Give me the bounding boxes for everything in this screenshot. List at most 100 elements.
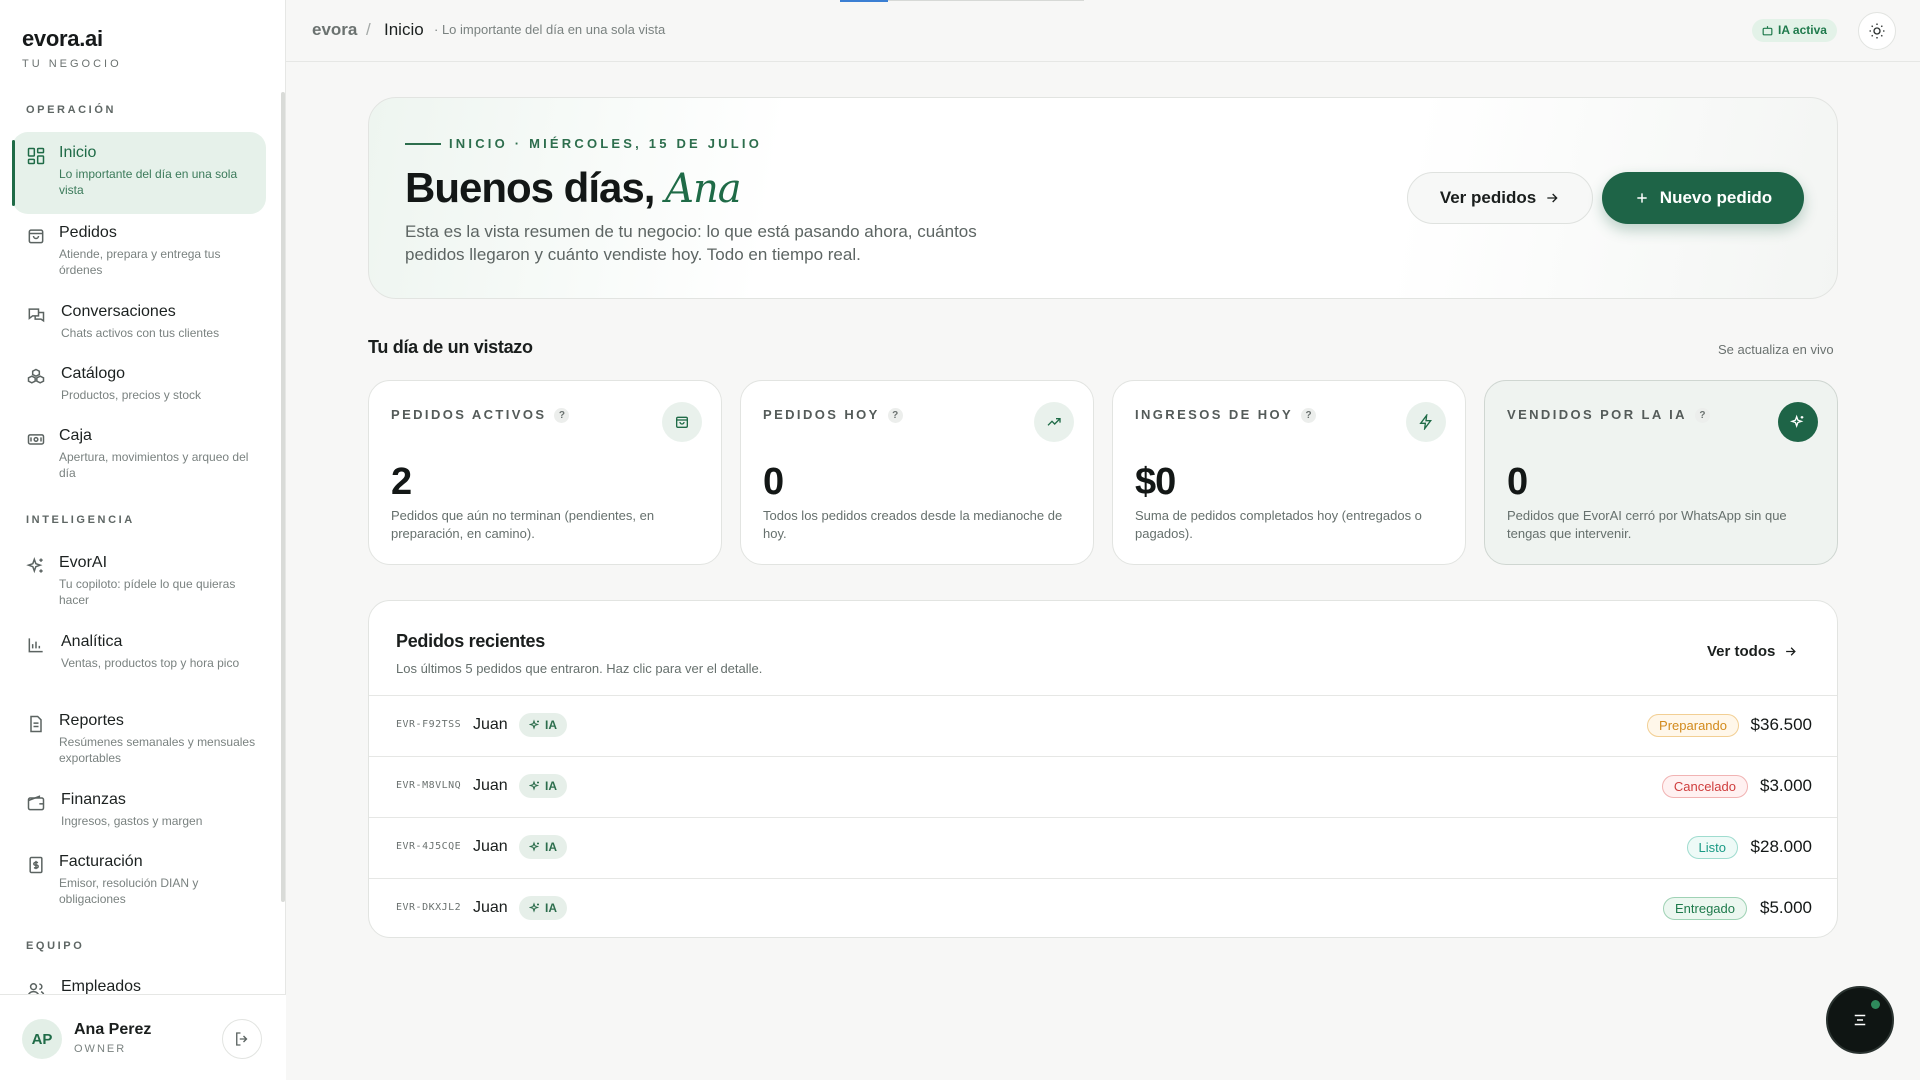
table-row[interactable]: EVR-M8VLNQ Juan IA Cancelado $3.000 xyxy=(369,756,1837,817)
order-code: EVR-M8VLNQ xyxy=(396,780,462,791)
stat-description: Todos los pedidos creados desde la media… xyxy=(763,508,1063,541)
breadcrumb-current-page: Inicio xyxy=(384,20,424,39)
stat-card-pedidos-hoy[interactable]: PEDIDOS HOY? 0 Todos los pedidos creados… xyxy=(740,380,1094,565)
stat-card-pedidos-activos[interactable]: PEDIDOS ACTIVOS? 2 Pedidos que aún no te… xyxy=(368,380,722,565)
live-update-note: Se actualiza en vivo xyxy=(1718,342,1834,357)
lightning-icon xyxy=(1406,402,1446,442)
assistant-fab-button[interactable] xyxy=(1826,986,1894,1054)
sidebar-item-desc: Tu copiloto: pídele lo que quieras hacer xyxy=(59,577,236,607)
stat-label: INGRESOS DE HOY? xyxy=(1135,407,1317,423)
sidebar-item-facturacion[interactable]: Facturación Emisor, resolución DIAN y ob… xyxy=(12,841,266,917)
order-amount: $28.000 xyxy=(1750,837,1812,856)
sidebar-item-finanzas[interactable]: Finanzas Ingresos, gastos y margen xyxy=(12,779,266,839)
customer-name: Juan xyxy=(473,716,508,733)
sidebar-item-title: Conversaciones xyxy=(61,303,176,320)
chat-icon xyxy=(28,308,45,323)
theme-toggle-button[interactable] xyxy=(1858,12,1896,50)
sidebar-nav: OPERACIÓN Inicio Lo importante del día e… xyxy=(0,92,286,994)
ia-status-badge: IA activa xyxy=(1752,19,1837,42)
new-order-label: Nuevo pedido xyxy=(1659,188,1773,207)
plus-icon xyxy=(1637,193,1647,203)
sparkles-icon xyxy=(529,841,540,852)
order-amount: $5.000 xyxy=(1760,898,1812,917)
trending-up-icon xyxy=(1034,402,1074,442)
hero-description: Esta es la vista resumen de tu negocio: … xyxy=(405,222,977,264)
shopping-bag-icon xyxy=(28,229,44,244)
ia-badge: IA xyxy=(519,896,567,920)
sidebar-item-desc: Resúmenes semanales y mensuales exportab… xyxy=(59,735,256,765)
table-row[interactable]: EVR-F92TSS Juan IA Preparando $36.500 xyxy=(369,695,1837,756)
hero-date-kicker: INICIO · MIÉRCOLES, 15 DE JULIO xyxy=(405,136,762,151)
table-row[interactable]: EVR-4J5CQE Juan IA Listo $28.000 xyxy=(369,817,1837,878)
view-orders-label: Ver pedidos xyxy=(1439,188,1537,207)
sidebar-item-caja[interactable]: Caja Apertura, movimientos y arqueo del … xyxy=(12,415,266,491)
customer-name: Juan xyxy=(473,838,508,855)
ia-status-label: IA activa xyxy=(1778,23,1827,37)
stat-value: 2 xyxy=(391,461,412,503)
top-bar: evora / Inicio · Lo importante del día e… xyxy=(286,0,1920,62)
sidebar-item-inicio[interactable]: Inicio Lo importante del día en una sola… xyxy=(12,132,266,214)
sidebar-scrollbar[interactable] xyxy=(281,92,285,902)
wallet-icon xyxy=(27,795,45,811)
table-row[interactable]: EVR-DKXJL2 Juan IA Entregado $5.000 xyxy=(369,878,1837,937)
arrow-right-icon xyxy=(1786,647,1797,656)
sidebar-item-reportes[interactable]: Reportes Resúmenes semanales y mensuales… xyxy=(12,700,266,776)
sparkles-icon xyxy=(26,557,43,574)
brand-logo[interactable]: evora.ai xyxy=(22,26,103,52)
dashboard-icon xyxy=(27,147,45,165)
section-label-equipo: EQUIPO xyxy=(26,940,85,952)
see-all-label: Ver todos xyxy=(1707,643,1776,660)
welcome-hero: INICIO · MIÉRCOLES, 15 DE JULIO Buenos d… xyxy=(368,97,1838,299)
customer-name: Juan xyxy=(473,777,508,794)
help-icon[interactable]: ? xyxy=(887,408,903,423)
help-icon[interactable]: ? xyxy=(1694,408,1710,423)
recent-orders-panel: Pedidos recientes Los últimos 5 pedidos … xyxy=(368,600,1838,938)
new-order-button[interactable]: Nuevo pedido xyxy=(1602,172,1804,224)
stat-label: PEDIDOS HOY? xyxy=(763,407,903,423)
breadcrumb-brand[interactable]: evora xyxy=(312,20,357,40)
ia-badge: IA xyxy=(519,713,567,737)
help-icon[interactable]: ? xyxy=(554,408,570,423)
section-label-inteligencia: INTELIGENCIA xyxy=(26,514,135,526)
sidebar-item-title: Analítica xyxy=(61,633,123,650)
sidebar-item-title: Inicio xyxy=(59,144,97,161)
stat-description: Suma de pedidos completados hoy (entrega… xyxy=(1135,508,1422,541)
status-badge: Cancelado xyxy=(1661,775,1748,798)
sidebar-item-evorai[interactable]: EvorAI Tu copiloto: pídele lo que quiera… xyxy=(12,542,266,618)
overview-title: Tu día de un vistazo xyxy=(368,337,533,357)
document-icon xyxy=(30,715,42,733)
order-code: EVR-DKXJL2 xyxy=(396,902,462,913)
sidebar-item-title: Facturación xyxy=(59,853,143,870)
stat-card-vendidos-ia[interactable]: VENDIDOS POR LA IA? 0 Pedidos que EvorAI… xyxy=(1484,380,1838,565)
sidebar-item-desc: Ventas, productos top y hora pico xyxy=(61,656,240,670)
logout-button[interactable] xyxy=(222,1019,262,1059)
sparkles-icon xyxy=(1778,402,1818,442)
sidebar-item-desc: Ingresos, gastos y margen xyxy=(61,814,203,828)
avatar[interactable]: AP xyxy=(22,1019,62,1059)
users-icon xyxy=(28,983,45,994)
customer-name: Juan xyxy=(473,899,508,916)
brand-subtitle: TU NEGOCIO xyxy=(22,58,122,70)
sidebar-item-pedidos[interactable]: Pedidos Atiende, prepara y entrega tus ó… xyxy=(12,212,266,288)
stat-label: PEDIDOS ACTIVOS? xyxy=(391,407,570,423)
sidebar-item-empleados[interactable]: Empleados xyxy=(12,966,266,994)
sidebar-item-title: Finanzas xyxy=(61,791,126,808)
invoice-icon xyxy=(29,856,43,874)
sidebar-item-analitica[interactable]: Analítica Ventas, productos top y hora p… xyxy=(12,621,266,697)
bot-icon xyxy=(1762,26,1773,36)
sidebar-item-conversaciones[interactable]: Conversaciones Chats activos con tus cli… xyxy=(12,291,266,351)
status-badge: Listo xyxy=(1686,836,1738,859)
logout-icon xyxy=(236,1032,248,1046)
arrow-right-icon xyxy=(1547,193,1558,203)
ia-badge: IA xyxy=(519,835,567,859)
see-all-orders-link[interactable]: Ver todos xyxy=(1707,643,1798,660)
sidebar-item-catalogo[interactable]: Catálogo Productos, precios y stock xyxy=(12,353,266,413)
sidebar-item-title: Caja xyxy=(59,427,92,444)
stat-value: 0 xyxy=(763,461,784,503)
sidebar-item-desc: Emisor, resolución DIAN y obligaciones xyxy=(59,876,199,906)
stat-card-ingresos-hoy[interactable]: INGRESOS DE HOY? $0 Suma de pedidos comp… xyxy=(1112,380,1466,565)
sun-icon xyxy=(1869,23,1885,39)
help-icon[interactable]: ? xyxy=(1301,408,1317,423)
view-orders-button[interactable]: Ver pedidos xyxy=(1407,172,1593,224)
user-profile: AP Ana Perez OWNER xyxy=(0,994,286,1080)
